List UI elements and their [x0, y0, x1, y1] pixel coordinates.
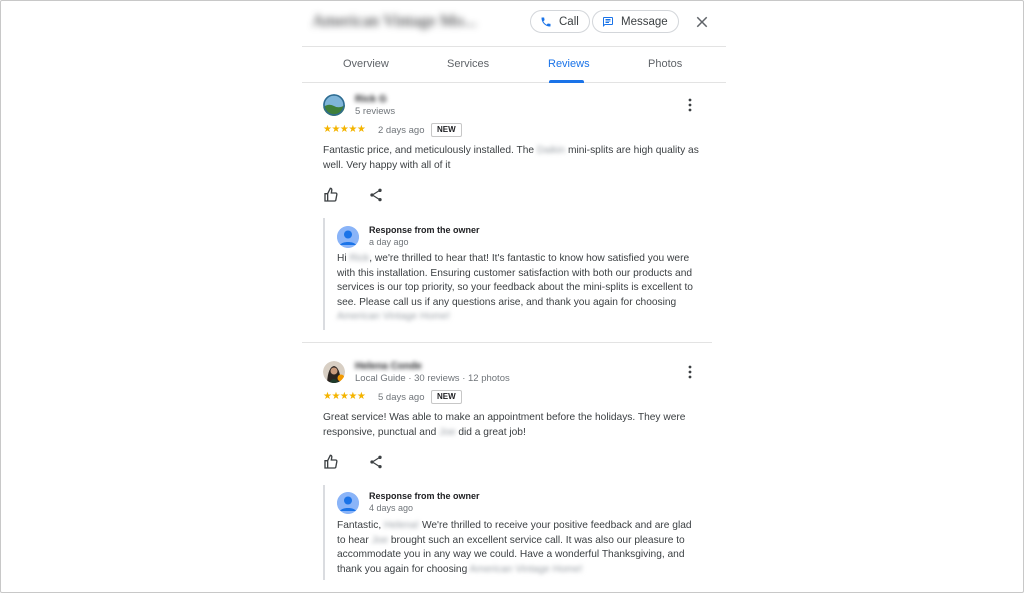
reviewer-name[interactable]: Rick G [355, 94, 387, 105]
review-text: Fantastic price, and meticulously instal… [323, 144, 708, 173]
tab-services[interactable]: Services [447, 58, 489, 70]
reviewer-avatar[interactable] [323, 94, 345, 116]
review-card: Rick G 5 reviews ★★★★★ 2 days ago NEW Fa… [302, 83, 726, 343]
owner-avatar-icon [337, 226, 359, 248]
redacted-text: American Vintage Home! [469, 563, 583, 575]
screenshot-frame: American Vintage Mo... Call Message Over… [0, 0, 1024, 593]
reviewer-meta: Local Guide · 30 reviews · 12 photos [355, 373, 510, 384]
owner-response: Response from the owner a day ago Hi Ric… [323, 218, 713, 330]
business-name: American Vintage Mo... [312, 11, 477, 30]
phone-icon [541, 17, 551, 26]
panel-header: American Vintage Mo... Call Message [302, 1, 726, 47]
redacted-text: Joe [439, 426, 456, 438]
call-label: Call [559, 15, 579, 28]
redacted-text: Rick [349, 253, 370, 264]
share-icon[interactable] [368, 187, 384, 203]
review-card: Helena Conde Local Guide · 30 reviews · … [302, 350, 726, 592]
tab-photos[interactable]: Photos [648, 58, 682, 70]
avatar-image-icon [323, 361, 345, 383]
like-icon[interactable] [323, 454, 339, 470]
more-options-icon[interactable] [686, 98, 694, 112]
owner-response-title: Response from the owner [369, 225, 480, 235]
close-icon[interactable] [693, 13, 711, 31]
message-label: Message [621, 15, 668, 28]
review-time: 5 days ago [378, 392, 425, 403]
star-rating: ★★★★★ [323, 391, 366, 402]
new-badge: NEW [431, 123, 462, 137]
new-badge: NEW [431, 390, 462, 404]
redacted-text: Daikin [536, 145, 566, 156]
tab-overview[interactable]: Overview [343, 58, 389, 70]
reviewer-avatar[interactable] [323, 361, 345, 383]
owner-text-part: Fantastic, [337, 520, 384, 531]
owner-text-part: Hi [337, 253, 350, 264]
tab-reviews[interactable]: Reviews [548, 58, 590, 70]
more-options-icon[interactable] [686, 365, 694, 379]
review-text-part: did a great job! [455, 426, 526, 438]
owner-response-time: a day ago [369, 237, 409, 247]
review-time: 2 days ago [378, 125, 425, 136]
owner-response-text: Hi Rick, we're thrilled to hear that! It… [337, 252, 697, 325]
tab-bar: Overview Services Reviews Photos [302, 48, 726, 83]
redacted-text: Helena! [384, 520, 420, 531]
like-icon[interactable] [323, 187, 339, 203]
review-text-part: Fantastic price, and meticulously instal… [323, 145, 537, 156]
star-rating: ★★★★★ [323, 124, 366, 135]
reviewer-meta: 5 reviews [355, 106, 396, 117]
call-button[interactable]: Call [530, 10, 590, 33]
owner-response-text: Fantastic, Helena! We're thrilled to rec… [337, 519, 697, 577]
redacted-text: Joe [371, 534, 388, 546]
owner-text-part: , we're thrilled to hear that! It's fant… [337, 253, 693, 308]
place-panel: American Vintage Mo... Call Message Over… [302, 1, 726, 592]
reviewer-name[interactable]: Helena Conde [355, 361, 422, 372]
owner-response: Response from the owner 4 days ago Fanta… [323, 485, 713, 580]
avatar-image-icon [323, 94, 345, 116]
owner-response-time: 4 days ago [369, 503, 414, 513]
review-divider [302, 342, 712, 343]
message-icon [603, 16, 613, 27]
review-text: Great service! Was able to make an appoi… [323, 411, 708, 440]
owner-response-title: Response from the owner [369, 491, 480, 501]
message-button[interactable]: Message [592, 10, 679, 33]
redacted-text: American Vintage Home! [337, 311, 451, 322]
share-icon[interactable] [368, 454, 384, 470]
owner-avatar-icon [337, 492, 359, 514]
